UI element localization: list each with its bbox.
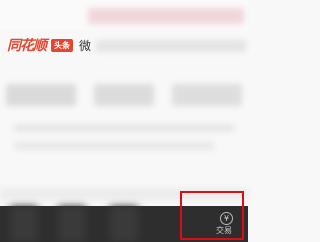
yuan-icon: ¥: [220, 212, 233, 225]
tab-trade-label: 交易: [216, 226, 232, 235]
blurred-banner: [88, 8, 244, 24]
app-header: 同花顺 头条 微: [0, 34, 248, 58]
app-logo: 同花顺: [7, 38, 47, 54]
blurred-line-2: [14, 142, 214, 150]
blurred-tab-3[interactable]: [110, 206, 138, 242]
blurred-card-2: [94, 84, 154, 106]
blurred-tab-2[interactable]: [58, 206, 86, 242]
blurred-card-1: [6, 84, 76, 106]
channel-tab[interactable]: 微: [79, 37, 91, 55]
blurred-tab-1[interactable]: [10, 206, 38, 242]
status-area: [0, 0, 248, 30]
blurred-card-3: [172, 84, 242, 106]
headline-badge: 头条: [51, 39, 73, 52]
blurred-channel-text: [96, 40, 246, 52]
tab-trade[interactable]: ¥ 交易: [180, 191, 244, 240]
blurred-line-1: [14, 124, 234, 132]
